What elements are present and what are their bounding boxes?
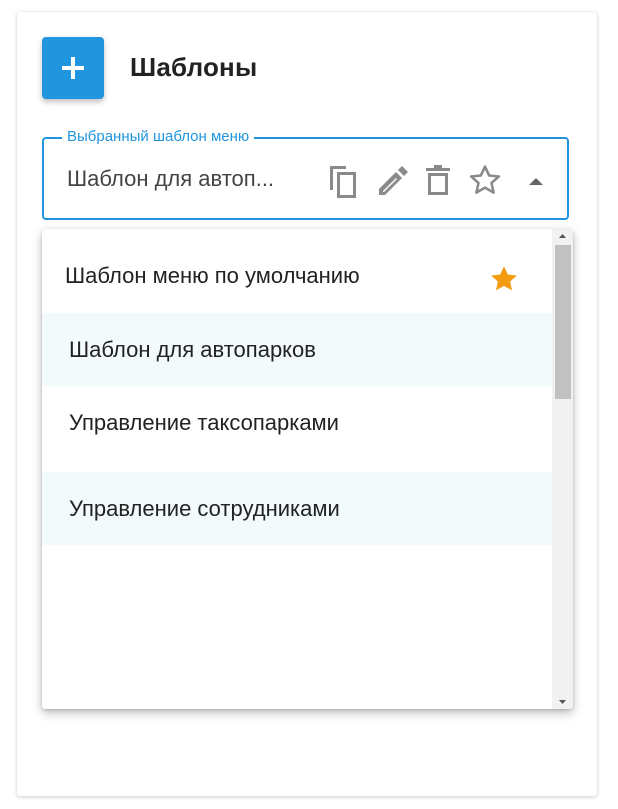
option-label: Управление сотрудниками	[69, 495, 340, 521]
list-item-fleet-template[interactable]: Шаблон для автопарков	[42, 313, 552, 386]
option-label: Шаблон для автопарков	[69, 336, 316, 362]
select-value[interactable]: Шаблон для автоп...	[67, 166, 274, 192]
list-item-taxi-management[interactable]: Управление таксопарками	[42, 386, 552, 459]
option-label: Шаблон меню по умолчанию	[65, 263, 360, 288]
page-title: Шаблоны	[130, 52, 258, 82]
plus-icon	[62, 57, 84, 79]
scroll-down-arrow-icon[interactable]	[552, 695, 573, 709]
add-template-button[interactable]	[42, 37, 104, 99]
scroll-up-arrow-icon[interactable]	[552, 229, 573, 243]
option-label: Управление таксопарками	[69, 409, 339, 435]
list-item-default-template[interactable]: Шаблон меню по умолчанию	[42, 237, 552, 315]
dropdown-scrollbar[interactable]	[552, 229, 573, 709]
caret-up-icon[interactable]	[526, 175, 546, 187]
star-outline-icon[interactable]	[468, 163, 502, 197]
select-legend: Выбранный шаблон меню	[62, 128, 255, 146]
delete-icon[interactable]	[425, 164, 451, 198]
edit-icon[interactable]	[375, 165, 409, 199]
scroll-thumb[interactable]	[555, 245, 571, 399]
template-dropdown: Шаблон меню по умолчанию Шаблон для авто…	[42, 229, 573, 709]
list-item-staff-management[interactable]: Управление сотрудниками	[42, 472, 552, 545]
star-filled-icon[interactable]	[488, 264, 520, 294]
copy-icon[interactable]	[327, 162, 361, 200]
